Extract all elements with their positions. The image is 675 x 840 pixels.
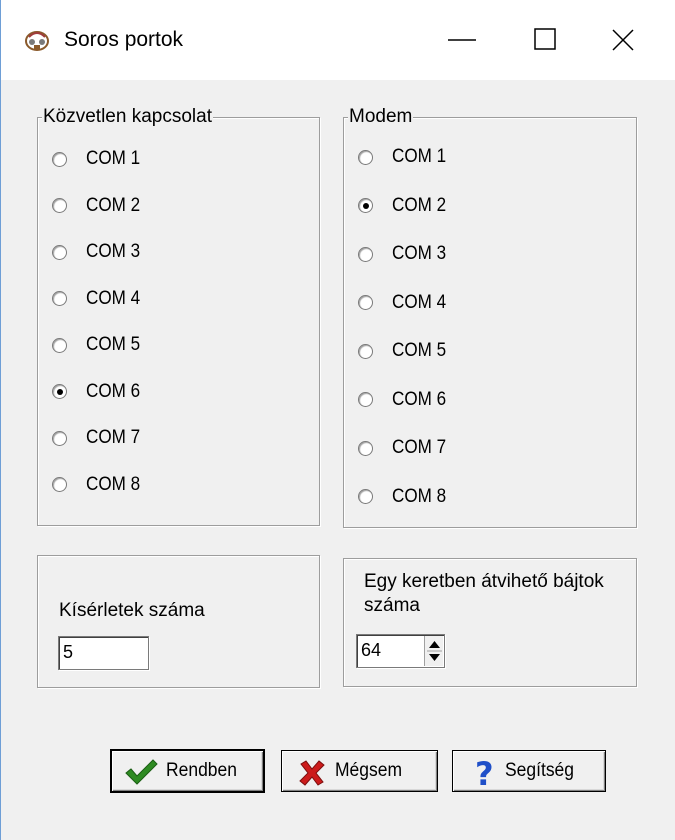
radio-button[interactable] bbox=[358, 392, 373, 407]
radio-button[interactable] bbox=[358, 149, 373, 165]
radio-label: COM 8 bbox=[392, 485, 447, 507]
radio-label: COM 7 bbox=[86, 427, 141, 448]
radio-button[interactable] bbox=[358, 489, 373, 504]
direct-connection-legend: Közvetlen kapcsolat bbox=[42, 105, 213, 129]
modem-group: Modem COM 1 COM 2 COM 3 COM 4 COM 5 COM 6 COM … bbox=[343, 105, 637, 528]
modem-radio-com8[interactable]: COM 8 bbox=[358, 484, 452, 510]
radio-label: COM 5 bbox=[392, 340, 447, 361]
radio-button[interactable] bbox=[358, 343, 373, 359]
help-button[interactable]: ? Segítség bbox=[452, 750, 606, 794]
direct-connection-group: Közvetlen kapcsolat COM 1 COM 2 COM 3 COM 4… bbox=[37, 105, 320, 526]
bytes-spinner[interactable] bbox=[424, 636, 443, 666]
modem-radio-com1[interactable]: COM 1 bbox=[358, 144, 452, 170]
close-icon bbox=[612, 29, 634, 51]
direct-radio-com6[interactable]: COM 6 bbox=[52, 379, 146, 405]
direct-radio-com1[interactable]: COM 1 bbox=[52, 146, 146, 172]
maximize-button[interactable] bbox=[511, 14, 575, 66]
radio-label: COM 2 bbox=[392, 194, 447, 216]
minimize-button[interactable] bbox=[436, 14, 500, 66]
radio-button[interactable] bbox=[52, 337, 67, 353]
radio-label: COM 1 bbox=[86, 148, 141, 169]
direct-radio-com5[interactable]: COM 5 bbox=[52, 332, 146, 358]
modem-radio-com2[interactable]: COM 2 bbox=[358, 193, 452, 219]
bytes-per-frame-label-line1: Egy keretben átvihető bájtok bbox=[364, 571, 604, 592]
radio-button[interactable] bbox=[358, 246, 373, 262]
cancel-button[interactable]: Mégsem bbox=[281, 750, 438, 792]
radio-button[interactable] bbox=[52, 244, 67, 260]
title-bar[interactable]: Soros portok bbox=[1, 0, 675, 80]
svg-text:?: ? bbox=[475, 757, 494, 789]
red-x-icon bbox=[298, 760, 326, 791]
radio-label: COM 2 bbox=[86, 194, 141, 216]
radio-label: COM 6 bbox=[392, 388, 447, 410]
dialog-window: Soros portok Közvetlen kapcsolat COM 1 CO… bbox=[0, 0, 675, 840]
radio-button[interactable] bbox=[52, 151, 67, 167]
bytes-per-frame-input[interactable]: 64 bbox=[356, 634, 445, 668]
radio-button[interactable] bbox=[52, 477, 67, 492]
cancel-label: Mégsem bbox=[335, 760, 403, 781]
radio-button[interactable] bbox=[358, 440, 373, 456]
app-logo-icon[interactable] bbox=[23, 27, 51, 53]
radio-button[interactable] bbox=[52, 430, 67, 446]
window-title: Soros portok bbox=[64, 28, 184, 51]
direct-radio-com8[interactable]: COM 8 bbox=[52, 472, 146, 498]
direct-radio-com2[interactable]: COM 2 bbox=[52, 193, 146, 219]
bytes-per-frame-label-line2: száma bbox=[364, 595, 420, 616]
radio-button[interactable] bbox=[52, 384, 67, 399]
bytes-per-frame-value: 64 bbox=[361, 640, 382, 660]
radio-label: COM 7 bbox=[392, 437, 447, 458]
radio-label: COM 5 bbox=[86, 334, 141, 355]
modem-legend: Modem bbox=[348, 105, 414, 129]
ok-button[interactable]: Rendben bbox=[110, 749, 265, 793]
bytes-per-frame-group: Egy keretben átvihető bájtok száma 64 bbox=[343, 558, 637, 687]
attempts-group: Kísérletek száma 5 bbox=[37, 555, 320, 688]
modem-radio-com6[interactable]: COM 6 bbox=[358, 387, 452, 413]
radio-label: COM 6 bbox=[86, 380, 141, 402]
spinner-arrows-icon bbox=[427, 641, 442, 661]
modem-radio-com4[interactable]: COM 4 bbox=[358, 290, 452, 316]
close-button[interactable] bbox=[599, 14, 663, 66]
question-mark-icon: ? bbox=[473, 755, 499, 794]
radio-label: COM 1 bbox=[392, 146, 447, 167]
attempts-input[interactable]: 5 bbox=[58, 636, 149, 670]
direct-radio-com7[interactable]: COM 7 bbox=[52, 425, 146, 451]
direct-radio-com4[interactable]: COM 4 bbox=[52, 286, 146, 312]
radio-button[interactable] bbox=[358, 198, 373, 213]
modem-radio-com5[interactable]: COM 5 bbox=[358, 338, 452, 364]
checkmark-icon bbox=[124, 758, 158, 791]
radio-button[interactable] bbox=[358, 295, 373, 310]
radio-label: COM 3 bbox=[392, 243, 447, 264]
help-label: Segítség bbox=[505, 760, 574, 781]
attempts-label: Kísérletek száma bbox=[59, 600, 205, 621]
minimize-icon bbox=[448, 39, 476, 41]
radio-label: COM 4 bbox=[86, 287, 141, 309]
maximize-icon bbox=[534, 28, 556, 50]
radio-label: COM 4 bbox=[392, 291, 447, 313]
radio-label: COM 3 bbox=[86, 241, 141, 262]
radio-button[interactable] bbox=[52, 291, 67, 306]
modem-radio-com7[interactable]: COM 7 bbox=[358, 435, 452, 461]
radio-button[interactable] bbox=[52, 198, 67, 213]
modem-radio-com3[interactable]: COM 3 bbox=[358, 241, 452, 267]
radio-label: COM 8 bbox=[86, 473, 141, 495]
ok-label: Rendben bbox=[166, 760, 237, 781]
direct-radio-com3[interactable]: COM 3 bbox=[52, 239, 146, 265]
